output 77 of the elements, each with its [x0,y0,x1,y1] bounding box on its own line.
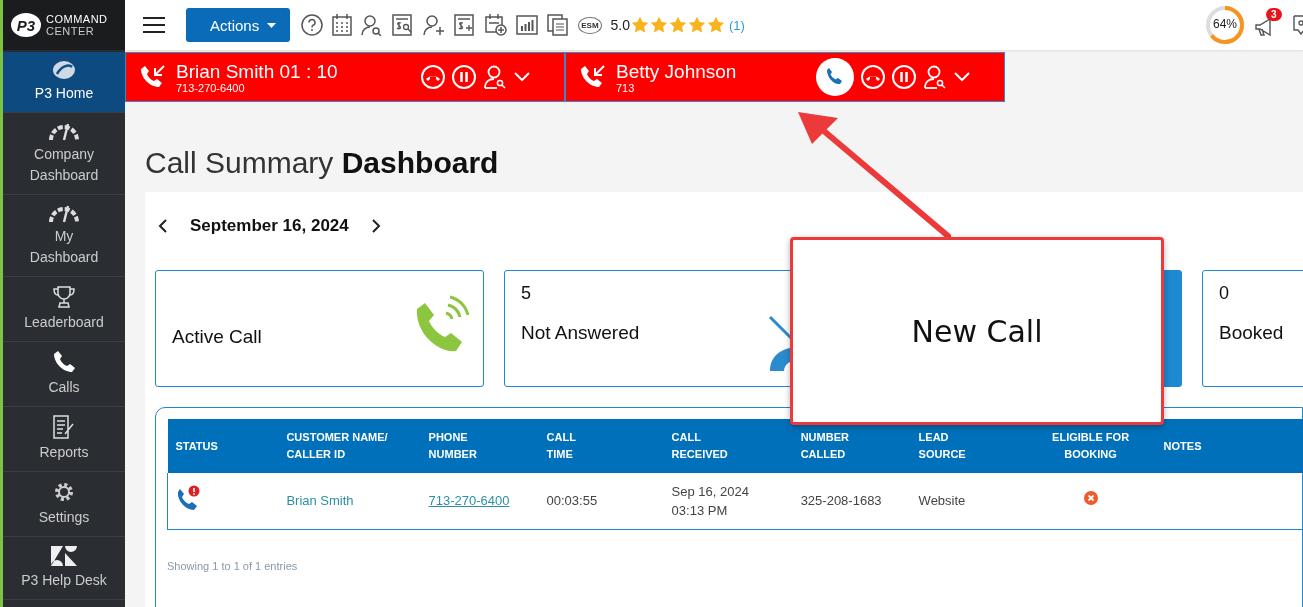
chat-icon[interactable] [1293,14,1303,36]
rating-value: 5.0 [610,17,630,33]
logo-text: CENTER [46,25,96,37]
help-icon[interactable] [301,14,324,36]
column-header[interactable]: NOTES [1155,419,1303,473]
lead-source-cell: Website [910,473,1026,529]
caret-icon [267,22,277,28]
sidebar-item[interactable]: Settings [3,472,125,537]
settings-icon [52,480,76,504]
bar-chart-icon[interactable] [516,15,539,35]
stat-count: 0 [1219,283,1230,304]
customer-name-link[interactable]: Brian Smith [278,473,421,529]
stat-card[interactable]: 0 Booked [1202,270,1303,387]
sidebar-item[interactable]: My Dashboard [3,195,125,277]
missed-call-status-icon [176,485,202,512]
stat-label: Active Call [172,326,263,348]
chevron-down-icon[interactable] [514,72,530,82]
call-received-cell: Sep 16, 2024 03:13 PM [663,473,793,529]
answer-call-button[interactable] [816,58,854,96]
gauge-icon [49,203,79,223]
callout-text: New Call [911,313,1043,349]
stat-label: Booked [1219,322,1285,344]
invoice-search-icon[interactable] [392,14,415,36]
column-header[interactable]: CALL TIME [538,419,664,473]
number-called-cell: 325-208-1683 [792,473,911,529]
menu-icon[interactable] [143,17,165,33]
page-title: Call Summary Dashboard [145,146,500,180]
caller-number: 713 [616,81,635,94]
column-header[interactable]: CUSTOMER NAME/ CALLER ID [278,419,421,473]
trophy-icon [53,285,75,309]
sidebar-item[interactable]: Company Dashboard [3,113,125,195]
hang-up-button[interactable] [421,65,445,89]
phone-icon [52,350,76,374]
next-day-button[interactable] [370,219,381,233]
calendar-icon[interactable] [332,14,353,36]
calendar-add-icon[interactable] [485,14,508,36]
user-search-button[interactable] [923,65,947,89]
sidebar-item[interactable]: P3 Help Desk [3,537,125,600]
rating-count-link[interactable]: (1) [729,17,745,33]
column-header[interactable]: CALL RECEIVED [663,419,793,473]
chevron-down-icon[interactable] [954,72,970,82]
helpdesk-logo-icon [50,545,78,567]
gauge-icon [49,121,79,141]
selected-date: September 16, 2024 [190,216,349,236]
table-info: Showing 1 to 1 of 1 entries [167,559,299,572]
report-icon [52,415,76,439]
progress-label: 64% [1212,17,1238,31]
incoming-call-icon [580,64,606,90]
user-search-button[interactable] [483,65,507,89]
sidebar-item[interactable]: Reports [3,407,125,472]
add-user-icon[interactable] [423,14,446,36]
incoming-call-icon [140,64,166,90]
add-invoice-icon[interactable] [454,14,477,36]
user-search-icon[interactable] [361,14,384,36]
call-time-cell: 00:03:55 [538,473,664,529]
stat-count: 5 [521,283,532,304]
caller-number: 713-270-6400 [176,81,246,94]
hang-up-button[interactable] [861,65,885,89]
column-header[interactable]: PHONE NUMBER [420,419,539,473]
caller-name: Brian Smith 01 : 10 [176,60,339,82]
stat-label: Not Answered [521,322,641,344]
sidebar-item[interactable]: P3 Home [3,52,125,113]
notification-badge: 3 [1266,8,1282,21]
logo-mark: P3 [11,13,41,37]
column-header[interactable]: STATUS [167,419,279,473]
pause-button[interactable] [892,65,916,89]
previous-day-button[interactable] [158,219,168,233]
logo-text: COMMAND [46,13,108,25]
sidebar-item[interactable]: Leaderboard [3,277,125,342]
phone-number-link[interactable]: 713-270-6400 [420,473,539,529]
swoosh-logo-icon [52,60,76,80]
pause-button[interactable] [452,65,476,89]
documents-icon[interactable] [547,14,570,36]
caller-name: Betty Johnson [616,60,738,82]
sidebar-item[interactable]: Calls [3,342,125,407]
actions-button[interactable]: Actions [186,8,291,42]
stat-card[interactable]: Active Call [155,270,484,387]
